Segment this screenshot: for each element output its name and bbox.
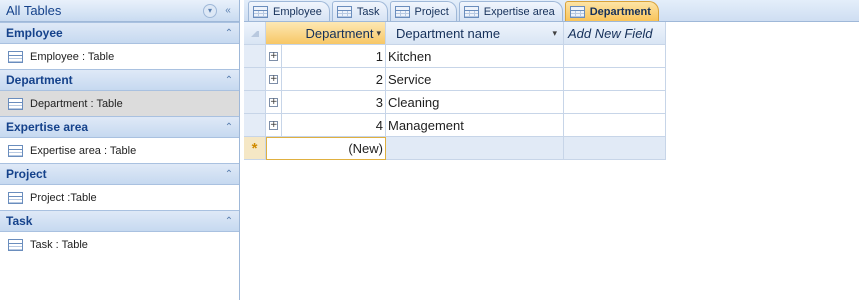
- plus-icon[interactable]: +: [269, 97, 278, 107]
- dropdown-arrow-icon[interactable]: ▾: [552, 28, 557, 39]
- group-label: Task: [6, 214, 33, 228]
- new-field-cell[interactable]: [564, 114, 666, 137]
- group-label: Project: [6, 167, 47, 181]
- record-selector[interactable]: [244, 114, 266, 137]
- column-header-label: Department name: [396, 25, 501, 41]
- tab-department[interactable]: Department: [564, 1, 659, 21]
- new-record-id-cell[interactable]: (New): [266, 137, 386, 160]
- table-icon: [336, 5, 352, 18]
- tab-expertise-area[interactable]: Expertise area: [458, 1, 563, 21]
- plus-icon[interactable]: +: [269, 51, 278, 61]
- tab-employee[interactable]: Employee: [248, 1, 330, 21]
- tab-project[interactable]: Project: [389, 1, 457, 21]
- group-header-task[interactable]: Task ⌃: [0, 210, 239, 232]
- department-name-cell[interactable]: Cleaning: [386, 91, 564, 114]
- tab-label: Employee: [273, 5, 322, 18]
- tab-label: Expertise area: [483, 5, 555, 18]
- new-record-marker[interactable]: *: [244, 137, 266, 160]
- table-icon: [8, 97, 23, 110]
- tab-label: Department: [589, 5, 651, 18]
- department-name-cell[interactable]: Management: [386, 114, 564, 137]
- chevron-up-icon[interactable]: ⌃: [219, 216, 239, 227]
- select-all-cell[interactable]: [244, 22, 266, 45]
- nav-item-employee-table[interactable]: Employee : Table: [0, 44, 239, 69]
- datasheet-grid: Department ▾ Department name ▾ Add New F…: [244, 22, 666, 160]
- table-icon: [8, 191, 23, 204]
- column-header-add-new-field[interactable]: Add New Field: [564, 22, 666, 45]
- table-row[interactable]: + 1 Kitchen: [244, 45, 666, 68]
- column-header-label: Add New Field: [568, 25, 653, 41]
- nav-item-project-table[interactable]: Project :Table: [0, 185, 239, 210]
- column-header-department[interactable]: Department ▾: [266, 22, 386, 45]
- record-selector[interactable]: [244, 45, 266, 68]
- nav-pane-header[interactable]: All Tables ▾ «: [0, 0, 239, 22]
- plus-icon[interactable]: +: [269, 74, 278, 84]
- table-row[interactable]: + 3 Cleaning: [244, 91, 666, 114]
- new-record-name-cell[interactable]: [386, 137, 564, 160]
- select-all-icon: [250, 29, 259, 37]
- new-field-cell[interactable]: [564, 45, 666, 68]
- record-selector[interactable]: [244, 68, 266, 91]
- table-row[interactable]: + 4 Management: [244, 114, 666, 137]
- table-icon: [463, 5, 479, 18]
- nav-item-label: Expertise area : Table: [30, 144, 137, 157]
- table-icon: [253, 5, 268, 18]
- table-row[interactable]: + 2 Service: [244, 68, 666, 91]
- plus-icon[interactable]: +: [269, 120, 278, 130]
- table-icon: [569, 5, 585, 18]
- tab-label: Project: [414, 5, 449, 18]
- department-name-cell[interactable]: Kitchen: [386, 45, 564, 68]
- document-tab-bar: Employee Task Project Expertise area Dep…: [244, 0, 859, 22]
- dropdown-arrow-icon[interactable]: ▾: [203, 3, 217, 18]
- nav-item-label: Task : Table: [30, 238, 88, 251]
- nav-item-label: Employee : Table: [30, 50, 115, 63]
- table-icon: [394, 5, 410, 18]
- expand-cell[interactable]: +: [266, 91, 282, 114]
- group-header-expertise-area[interactable]: Expertise area ⌃: [0, 116, 239, 138]
- department-id-cell[interactable]: 4: [282, 114, 386, 137]
- new-record-row[interactable]: * (New): [244, 137, 666, 160]
- tab-task[interactable]: Task: [331, 1, 388, 21]
- nav-item-department-table[interactable]: Department : Table: [0, 91, 239, 116]
- chevron-up-icon[interactable]: ⌃: [219, 122, 239, 133]
- expand-cell[interactable]: +: [266, 68, 282, 91]
- new-field-cell[interactable]: [564, 68, 666, 91]
- department-id-cell[interactable]: 1: [282, 45, 386, 68]
- record-selector[interactable]: [244, 91, 266, 114]
- new-record-add-field-cell[interactable]: [564, 137, 666, 160]
- group-header-department[interactable]: Department ⌃: [0, 69, 239, 91]
- group-header-project[interactable]: Project ⌃: [0, 163, 239, 185]
- group-label: Employee: [6, 26, 63, 40]
- group-label: Department: [6, 73, 73, 87]
- column-header-label: Department: [305, 25, 374, 41]
- column-header-row: Department ▾ Department name ▾ Add New F…: [244, 22, 666, 45]
- expand-cell[interactable]: +: [266, 114, 282, 137]
- table-icon: [8, 50, 23, 63]
- department-id-cell[interactable]: 3: [282, 91, 386, 114]
- table-icon: [8, 144, 23, 157]
- group-header-employee[interactable]: Employee ⌃: [0, 22, 239, 44]
- dropdown-arrow-icon[interactable]: ▾: [376, 28, 381, 39]
- table-icon: [8, 238, 23, 251]
- chevron-up-icon[interactable]: ⌃: [219, 169, 239, 180]
- nav-pane-title[interactable]: All Tables: [6, 3, 203, 18]
- department-id-cell[interactable]: 2: [282, 68, 386, 91]
- expand-cell[interactable]: +: [266, 45, 282, 68]
- nav-item-label: Department : Table: [30, 97, 123, 110]
- navigation-pane: All Tables ▾ « Employee ⌃ Employee : Tab…: [0, 0, 240, 300]
- department-name-cell[interactable]: Service: [386, 68, 564, 91]
- column-header-department-name[interactable]: Department name ▾: [386, 22, 564, 45]
- collapse-pane-icon[interactable]: «: [221, 4, 235, 18]
- document-area: Employee Task Project Expertise area Dep…: [244, 0, 859, 300]
- group-label: Expertise area: [6, 120, 89, 134]
- chevron-up-icon[interactable]: ⌃: [219, 28, 239, 39]
- tab-label: Task: [356, 5, 380, 18]
- new-field-cell[interactable]: [564, 91, 666, 114]
- nav-item-expertise-area-table[interactable]: Expertise area : Table: [0, 138, 239, 163]
- chevron-up-icon[interactable]: ⌃: [219, 75, 239, 86]
- nav-item-task-table[interactable]: Task : Table: [0, 232, 239, 257]
- nav-item-label: Project :Table: [30, 191, 97, 204]
